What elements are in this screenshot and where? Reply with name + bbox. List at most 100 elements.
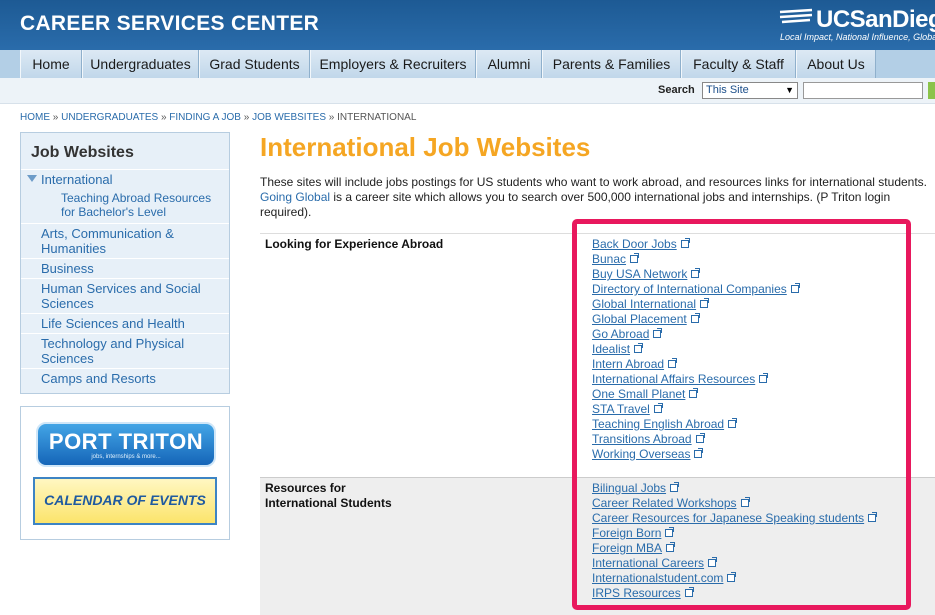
row-label-international-students: Resources for International Students [265,481,392,510]
links-list-experience-abroad: Back Door Jobs Bunac Buy USA Network Dir… [592,237,800,462]
link-bunac[interactable]: Bunac [592,252,800,267]
link-international-affairs-resources[interactable]: International Affairs Resources [592,372,800,387]
external-link-icon [690,313,700,323]
external-link-icon [694,448,704,458]
nav-grad-students[interactable]: Grad Students [199,50,310,78]
sidebar-item-human-services[interactable]: Human Services and Social Sciences [21,278,229,313]
link-directory-international-companies[interactable]: Directory of International Companies [592,282,800,297]
link-back-door-jobs[interactable]: Back Door Jobs [592,237,800,252]
external-link-icon [680,238,690,248]
external-link-icon [740,497,750,507]
link-global-international[interactable]: Global International [592,297,800,312]
link-foreign-born[interactable]: Foreign Born [592,526,877,541]
link-career-resources-japanese[interactable]: Career Resources for Japanese Speaking s… [592,511,878,526]
row-label-experience-abroad: Looking for Experience Abroad [265,237,444,251]
external-link-icon [668,358,678,368]
port-triton-tagline: jobs, internships & more... [91,454,161,460]
sidebar-item-label: Camps and Resorts [41,371,156,386]
external-link-icon [689,388,699,398]
breadcrumb-undergraduates[interactable]: UNDERGRADUATES [61,112,158,123]
dropdown-arrow-icon: ▼ [785,85,794,95]
links-table: Looking for Experience Abroad Back Door … [260,233,935,615]
breadcrumb-finding-a-job[interactable]: FINDING A JOB [169,112,241,123]
search-label: Search [658,84,695,96]
link-global-placement[interactable]: Global Placement [592,312,800,327]
going-global-link[interactable]: Going Global [260,190,330,204]
sidebar-item-label: Business [41,261,94,276]
ucsd-logo[interactable]: UCSanDiego Local Impact, National Influe… [778,6,935,46]
calendar-of-events-banner[interactable]: CALENDAR OF EVENTS [33,477,217,525]
link-international-careers[interactable]: International Careers [592,556,877,571]
sidebar-item-technology[interactable]: Technology and Physical Sciences [21,333,229,368]
external-link-icon [700,298,710,308]
main-nav: Home Undergraduates Grad Students Employ… [0,50,935,78]
link-idealist[interactable]: Idealist [592,342,800,357]
external-link-icon [670,482,680,492]
page-title: International Job Websites [260,132,591,162]
sidebar: Job Websites International Teaching Abro… [20,132,230,394]
link-go-abroad[interactable]: Go Abroad [592,327,800,342]
site-header: CAREER SERVICES CENTER UCSanDiego Local … [0,0,935,50]
breadcrumb: HOME » UNDERGRADUATES » FINDING A JOB » … [20,112,417,123]
port-triton-banner[interactable]: PORT TRITON jobs, internships & more... [36,422,216,467]
nav-parents[interactable]: Parents & Families [542,50,681,78]
external-link-icon [691,268,701,278]
nav-faculty-staff[interactable]: Faculty & Staff [681,50,796,78]
sidebar-item-label: Arts, Communication & Humanities [41,226,174,256]
logo-text: UCSanDiego [816,6,935,33]
sidebar-item-label: International [41,172,113,187]
nav-about-us[interactable]: About Us [796,50,876,78]
link-internationalstudent[interactable]: Internationalstudent.com [592,571,877,586]
search-bar: Search This Site ▼ [0,78,935,104]
sidebar-item-arts[interactable]: Arts, Communication & Humanities [21,223,229,258]
sidebar-item-life-sciences[interactable]: Life Sciences and Health [21,313,229,333]
link-one-small-planet[interactable]: One Small Planet [592,387,800,402]
table-row: Resources for International Students Bil… [260,477,935,615]
search-go-button[interactable] [928,82,935,99]
logo-tagline: Local Impact, National Influence, Global… [780,32,935,42]
sidebar-sub-teaching-abroad[interactable]: Teaching Abroad Resources for Bachelor's… [61,191,226,219]
search-scope-select[interactable]: This Site ▼ [702,82,798,99]
external-link-icon [684,587,694,597]
link-transitions-abroad[interactable]: Transitions Abroad [592,432,800,447]
intro-text: These sites will include jobs postings f… [260,175,935,220]
nav-undergraduates[interactable]: Undergraduates [82,50,199,78]
sidebar-item-camps[interactable]: Camps and Resorts [21,368,229,388]
link-career-related-workshops[interactable]: Career Related Workshops [592,496,877,511]
external-link-icon [790,283,800,293]
sidebar-item-label: Technology and Physical Sciences [41,336,185,366]
table-row: Looking for Experience Abroad Back Door … [260,233,935,477]
link-intern-abroad[interactable]: Intern Abroad [592,357,800,372]
sidebar-item-label: Life Sciences and Health [41,316,185,331]
link-buy-usa-network[interactable]: Buy USA Network [592,267,800,282]
intro-part-2: is a career site which allows you to sea… [260,190,891,219]
promo-box: PORT TRITON jobs, internships & more... … [20,406,230,540]
link-teaching-english-abroad[interactable]: Teaching English Abroad [592,417,800,432]
external-link-icon [653,328,663,338]
search-input[interactable] [803,82,923,99]
link-bilingual-jobs[interactable]: Bilingual Jobs [592,481,877,496]
external-link-icon [868,512,878,522]
nav-alumni[interactable]: Alumni [476,50,542,78]
port-triton-text: PORT TRITON [48,429,204,454]
sidebar-title: Job Websites [31,144,134,161]
nav-home[interactable]: Home [20,50,82,78]
sidebar-item-business[interactable]: Business [21,258,229,278]
links-list-international-students: Bilingual Jobs Career Related Workshops … [592,481,878,601]
breadcrumb-home[interactable]: HOME [20,112,50,123]
link-sta-travel[interactable]: STA Travel [592,402,800,417]
site-title[interactable]: CAREER SERVICES CENTER [20,12,319,36]
external-link-icon [634,343,644,353]
link-working-overseas[interactable]: Working Overseas [592,447,800,462]
intro-part-1: These sites will include jobs postings f… [260,175,928,189]
expanded-triangle-icon [27,175,37,182]
sidebar-item-label: Human Services and Social Sciences [41,281,201,311]
external-link-icon [666,542,676,552]
breadcrumb-job-websites[interactable]: JOB WEBSITES [252,112,326,123]
external-link-icon [708,557,718,567]
nav-employers[interactable]: Employers & Recruiters [310,50,476,78]
link-foreign-mba[interactable]: Foreign MBA [592,541,877,556]
link-irps-resources[interactable]: IRPS Resources [592,586,877,601]
external-link-icon [695,433,705,443]
search-scope-value: This Site [706,84,749,96]
